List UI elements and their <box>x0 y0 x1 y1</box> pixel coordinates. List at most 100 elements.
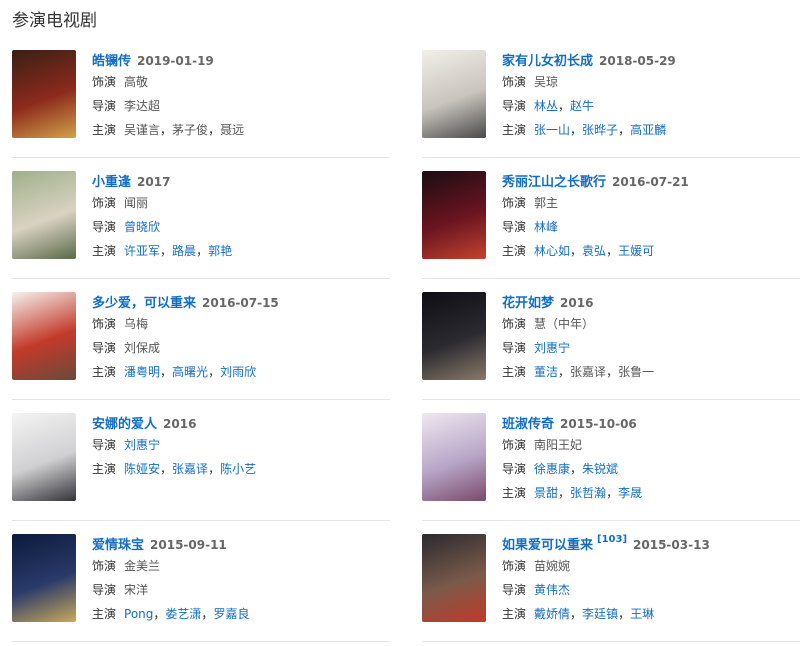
director-row: 导演 林丛，赵牛 <box>502 94 800 118</box>
cast-label: 主演 <box>92 123 117 137</box>
person-name[interactable]: 张哲瀚 <box>570 486 606 500</box>
poster-image[interactable] <box>12 534 76 622</box>
poster-image[interactable] <box>422 534 486 622</box>
series-info: 花开如梦 2016 饰演 慧（中年） 导演 刘惠宁 主演 董洁，张嘉译，张鲁一 <box>502 292 800 384</box>
person-name[interactable]: 袁弘 <box>582 244 606 258</box>
person-name[interactable]: 赵牛 <box>570 99 594 113</box>
title-line: 小重逢 2017 <box>92 171 390 191</box>
tv-series-card: 多少爱，可以重来 2016-07-15 饰演 乌梅 导演 刘保成 主演 潘粤明，高曙光，刘雨欣 <box>12 292 390 387</box>
person-name[interactable]: 林心如 <box>534 244 570 258</box>
poster-image[interactable] <box>12 292 76 380</box>
role-row: 饰演 闻丽 <box>92 191 390 215</box>
person-name[interactable]: 曾晓欣 <box>124 220 160 234</box>
series-title-link[interactable]: 秀丽江山之长歌行 <box>502 175 606 190</box>
row-divider <box>422 157 800 158</box>
name-separator: ， <box>618 607 631 621</box>
release-date: 2017 <box>137 175 171 189</box>
name-separator: ， <box>606 365 619 379</box>
series-title-link[interactable]: 如果爱可以重来 <box>502 538 593 553</box>
series-title-link[interactable]: 花开如梦 <box>502 296 554 311</box>
person-name[interactable]: 刘惠宁 <box>534 341 570 355</box>
row-divider <box>422 641 800 642</box>
person-name[interactable]: 张嘉译 <box>172 462 208 476</box>
series-title-link[interactable]: 小重逢 <box>92 175 131 190</box>
poster-image[interactable] <box>422 413 486 501</box>
director-label: 导演 <box>502 99 527 113</box>
role-name: 金美兰 <box>124 559 161 573</box>
person-name[interactable]: 朱锐斌 <box>582 462 618 476</box>
role-label: 饰演 <box>92 317 117 331</box>
director-row: 导演 刘保成 <box>92 336 390 360</box>
person-name[interactable]: 许亚军 <box>124 244 160 258</box>
person-name[interactable]: 刘雨欣 <box>220 365 256 379</box>
poster-image[interactable] <box>12 413 76 501</box>
person-name[interactable]: 郭艳 <box>208 244 232 258</box>
cast-row: 主演 许亚军，路晨，郭艳 <box>92 239 390 263</box>
cast-label: 主演 <box>92 607 117 621</box>
series-title-link[interactable]: 皓镧传 <box>92 54 131 69</box>
poster-image[interactable] <box>12 171 76 259</box>
director-label: 导演 <box>92 583 117 597</box>
person-name[interactable]: 高亚麟 <box>630 123 666 137</box>
person-name[interactable]: Pong <box>124 607 153 621</box>
director-label: 导演 <box>502 220 527 234</box>
director-row: 导演 刘惠宁 <box>92 433 390 457</box>
person-name: 宋洋 <box>124 583 149 597</box>
role-name: 高敬 <box>124 75 149 89</box>
series-title-link[interactable]: 爱情珠宝 <box>92 538 144 553</box>
director-row: 导演 林峰 <box>502 215 800 239</box>
poster-image[interactable] <box>12 50 76 138</box>
release-date: 2016 <box>560 296 594 310</box>
role-row: 饰演 郭主 <box>502 191 800 215</box>
role-row: 饰演 乌梅 <box>92 312 390 336</box>
person-name[interactable]: 娄艺潇 <box>165 607 201 621</box>
release-date: 2019-01-19 <box>137 54 214 68</box>
title-line: 家有儿女初长成 2018-05-29 <box>502 50 800 70</box>
person-name[interactable]: 李廷镇 <box>582 607 618 621</box>
release-date: 2016-07-15 <box>202 296 279 310</box>
person-name: 刘保成 <box>124 341 161 355</box>
role-row: 饰演 金美兰 <box>92 554 390 578</box>
poster-image[interactable] <box>422 171 486 259</box>
cast-label: 主演 <box>502 244 527 258</box>
person-name[interactable]: 罗嘉良 <box>213 607 249 621</box>
poster-image[interactable] <box>422 292 486 380</box>
poster-image[interactable] <box>422 50 486 138</box>
person-name[interactable]: 景甜 <box>534 486 558 500</box>
person-name[interactable]: 陈娅安 <box>124 462 160 476</box>
reference-link[interactable]: [103] <box>597 534 627 545</box>
person-name[interactable]: 张一山 <box>534 123 570 137</box>
person-name[interactable]: 陈小艺 <box>220 462 256 476</box>
person-name[interactable]: 林峰 <box>534 220 558 234</box>
row-divider <box>12 520 390 521</box>
cast-row: 主演 戴娇倩，李廷镇，王琳 <box>502 602 800 626</box>
series-title-link[interactable]: 安娜的爱人 <box>92 417 157 432</box>
row-divider <box>422 520 800 521</box>
role-row: 饰演 高敬 <box>92 70 390 94</box>
release-date: 2018-05-29 <box>599 54 676 68</box>
cast-row: 主演 林心如，袁弘，王媛可 <box>502 239 800 263</box>
person-name[interactable]: 戴娇倩 <box>534 607 570 621</box>
person-name[interactable]: 王琳 <box>630 607 654 621</box>
person-name[interactable]: 张晔子 <box>582 123 618 137</box>
row-divider <box>422 278 800 279</box>
person-name[interactable]: 高曙光 <box>172 365 208 379</box>
person-name[interactable]: 王媛可 <box>618 244 654 258</box>
person-name[interactable]: 徐惠康 <box>534 462 570 476</box>
cast-label: 主演 <box>502 607 527 621</box>
series-title-link[interactable]: 家有儿女初长成 <box>502 54 593 69</box>
person-name[interactable]: 李晟 <box>618 486 642 500</box>
person-name[interactable]: 黄伟杰 <box>534 583 570 597</box>
cast-label: 主演 <box>92 365 117 379</box>
person-name[interactable]: 董洁 <box>534 365 558 379</box>
series-title-link[interactable]: 班淑传奇 <box>502 417 554 432</box>
role-name: 苗婉婉 <box>534 559 571 573</box>
row-divider <box>12 641 390 642</box>
title-line: 皓镧传 2019-01-19 <box>92 50 390 70</box>
person-name[interactable]: 路晨 <box>172 244 196 258</box>
release-date: 2016-07-21 <box>612 175 689 189</box>
series-title-link[interactable]: 多少爱，可以重来 <box>92 296 196 311</box>
person-name[interactable]: 潘粤明 <box>124 365 160 379</box>
person-name[interactable]: 林丛 <box>534 99 558 113</box>
person-name[interactable]: 刘惠宁 <box>124 438 160 452</box>
